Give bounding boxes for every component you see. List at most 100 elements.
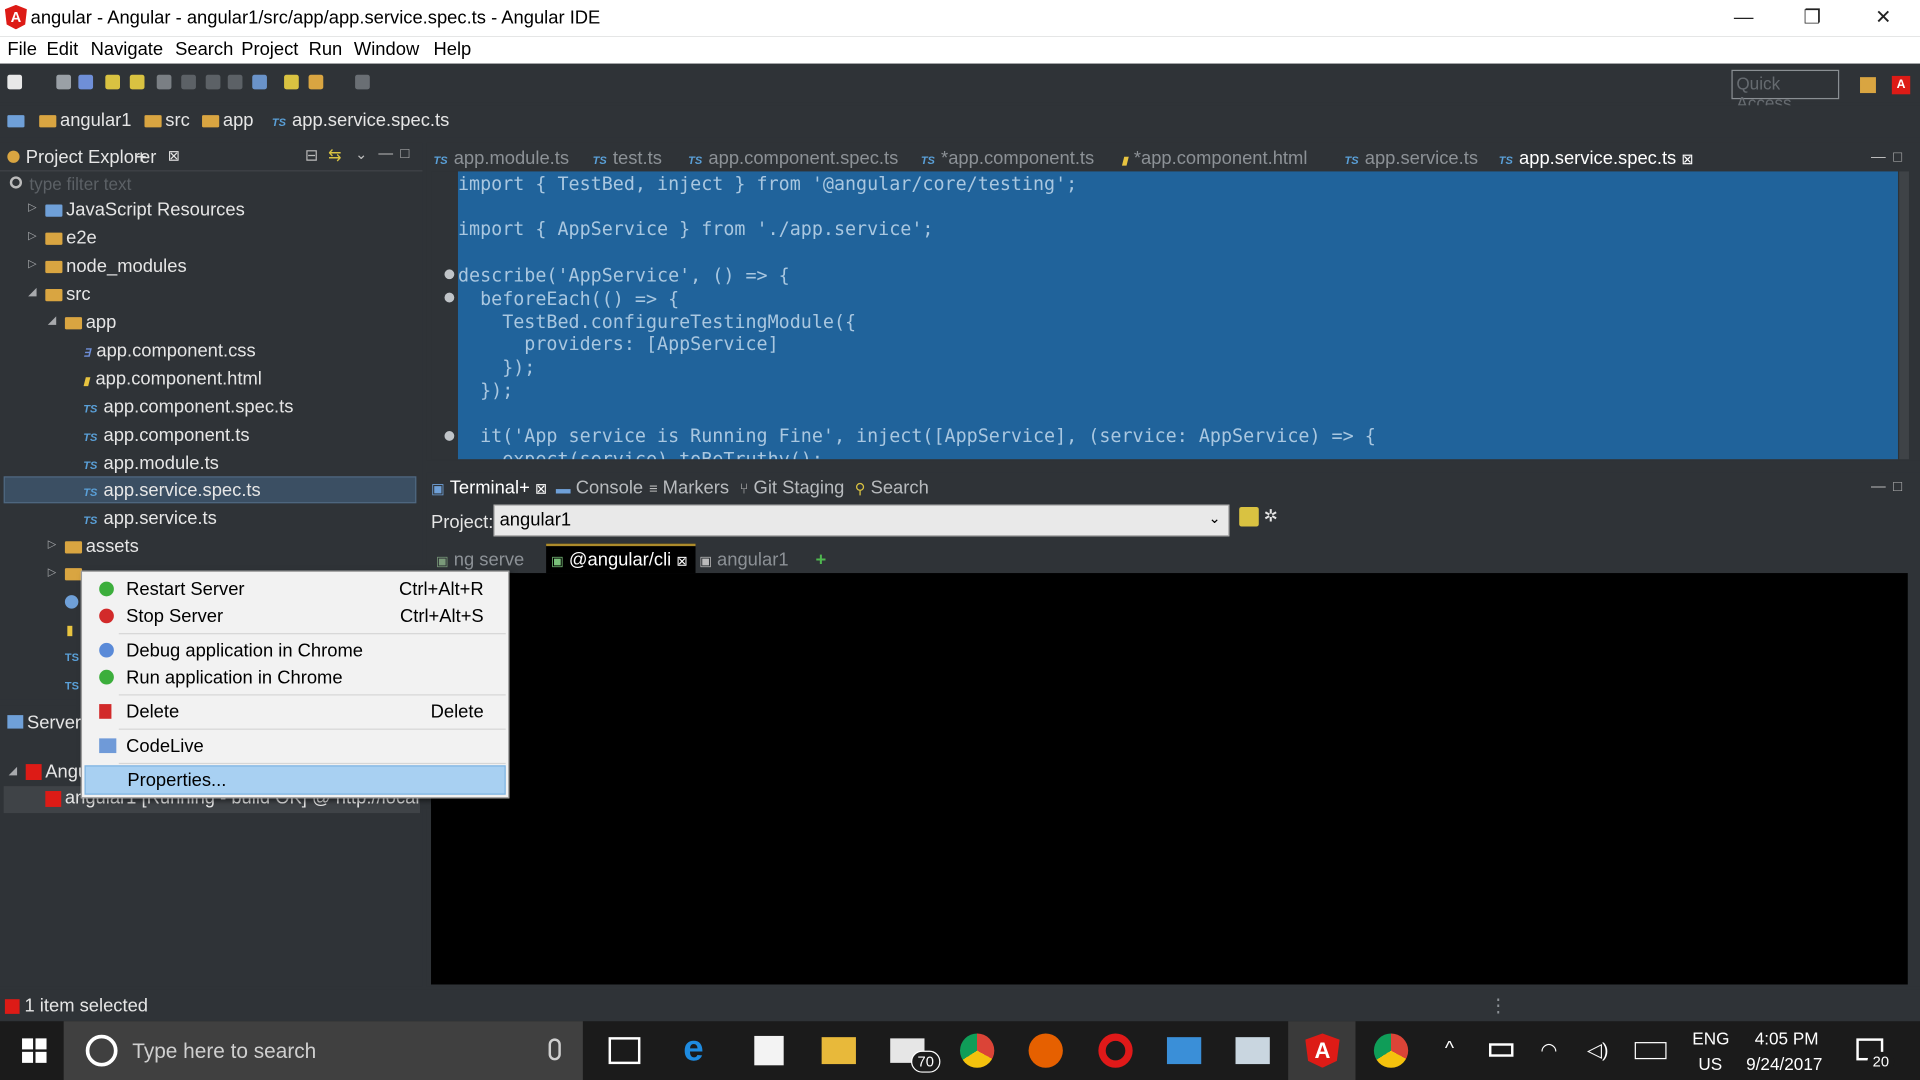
show-hidden-icons[interactable]: ^ <box>1445 1038 1454 1060</box>
collapse-all-icon[interactable]: ⊟ <box>305 146 318 166</box>
session-ng-serve[interactable]: ▣ ng serve <box>436 550 524 571</box>
minimize-view-icon[interactable]: — <box>378 144 393 161</box>
tab-app-component-spec-ts[interactable]: TS app.component.spec.ts <box>688 148 898 169</box>
tab-git-staging[interactable]: ⑂ Git Staging <box>740 478 845 499</box>
breadcrumb-file[interactable]: TS app.service.spec.ts <box>272 110 449 131</box>
input-region[interactable]: US <box>1698 1054 1722 1074</box>
back-icon[interactable] <box>308 74 324 90</box>
block-icon[interactable] <box>205 74 221 90</box>
menu-item-run-chrome[interactable]: Run application in Chrome <box>82 664 508 691</box>
volume-icon[interactable]: ◁) <box>1587 1038 1609 1062</box>
tab-app-component-html[interactable]: ▮ *app.component.html <box>1122 148 1308 169</box>
clock-time[interactable]: 4:05 PM <box>1755 1029 1819 1049</box>
tab-test-ts[interactable]: TS test.ts <box>593 148 662 169</box>
taskbar-search[interactable]: Type here to search <box>63 1021 583 1080</box>
open-resource-icon[interactable] <box>129 74 145 90</box>
menu-project[interactable]: Project <box>241 39 298 60</box>
tree-item-e2e[interactable]: e2e <box>45 225 97 252</box>
input-language[interactable]: ENG <box>1692 1029 1729 1049</box>
menu-help[interactable]: Help <box>433 39 471 60</box>
project-select[interactable]: angular1 ⌄ <box>493 504 1230 537</box>
tree-item-app-component-ts[interactable]: TS app.component.ts <box>83 422 249 449</box>
breadcrumb-angular1[interactable]: angular1 <box>39 110 131 131</box>
pilcrow-icon[interactable] <box>227 74 243 90</box>
breadcrumb-app[interactable]: app <box>202 110 254 131</box>
store-icon[interactable] <box>754 1035 784 1066</box>
fold-marker-icon[interactable] <box>444 431 455 441</box>
restore-button[interactable]: ❐ <box>1788 5 1837 32</box>
menu-item-delete[interactable]: Delete Delete <box>82 698 508 725</box>
app-icon[interactable] <box>1166 1037 1202 1065</box>
sync-icon[interactable] <box>1239 506 1259 527</box>
wifi-icon[interactable]: ◠ <box>1540 1038 1557 1062</box>
tab-console[interactable]: ▬ Console <box>556 478 643 499</box>
tree-item-app-service-spec-ts[interactable]: TS app.service.spec.ts <box>83 478 260 505</box>
edge-browser-icon[interactable]: e <box>683 1030 717 1067</box>
view-menu-icon[interactable]: ⌄ <box>355 146 367 163</box>
menu-item-debug-chrome[interactable]: Debug application in Chrome <box>82 637 508 664</box>
tab-app-component-ts[interactable]: TS *app.component.ts <box>921 148 1094 169</box>
breadcrumb-src[interactable]: src <box>144 110 190 131</box>
firefox-icon[interactable] <box>1028 1033 1063 1068</box>
forward-icon[interactable] <box>355 74 370 90</box>
task-view-icon[interactable] <box>608 1037 641 1065</box>
tab-app-service-ts[interactable]: TS app.service.ts <box>1345 148 1479 169</box>
quick-access-input[interactable]: Quick Access <box>1731 69 1840 113</box>
editor-scrollbar[interactable] <box>1899 171 1909 460</box>
clock-date[interactable]: 9/24/2017 <box>1746 1054 1822 1074</box>
menu-item-properties[interactable]: Properties... <box>84 765 506 795</box>
tab-search[interactable]: ⚲ Search <box>855 478 929 499</box>
perspective-icon[interactable] <box>1860 77 1876 94</box>
save-icon[interactable] <box>56 74 72 90</box>
menu-search[interactable]: Search <box>175 39 233 60</box>
tree-item-app-component-spec-ts[interactable]: TS app.component.spec.ts <box>83 394 293 421</box>
battery-icon[interactable] <box>1488 1043 1514 1057</box>
save-all-icon[interactable] <box>78 74 94 90</box>
tree-item-node-modules[interactable]: node_modules <box>45 253 187 280</box>
tab-terminal[interactable]: ▣ Terminal+ ⊠ <box>431 478 547 499</box>
tab-markers[interactable]: ≡ Markers <box>649 478 729 499</box>
tree-item-javascript-resources[interactable]: JavaScript Resources <box>45 197 245 224</box>
close-button[interactable]: ✕ <box>1859 5 1908 32</box>
format-icon[interactable] <box>181 74 196 90</box>
maximize-view-icon[interactable]: □ <box>400 144 409 161</box>
menu-window[interactable]: Window <box>354 39 419 60</box>
filter-input[interactable]: type filter text <box>29 174 131 194</box>
file-explorer-icon[interactable] <box>821 1037 856 1065</box>
new-icon[interactable] <box>7 74 23 90</box>
menu-item-restart-server[interactable]: Restart Server Ctrl+Alt+R <box>82 576 508 603</box>
edit-icon[interactable] <box>156 74 172 90</box>
tab-app-service-spec-ts[interactable]: TS app.service.spec.ts ⊠ <box>1499 148 1694 169</box>
menu-item-codelive[interactable]: CodeLive <box>82 732 508 759</box>
tree-item-assets[interactable]: assets <box>64 534 139 561</box>
tab-app-module-ts[interactable]: TS app.module.ts <box>433 148 569 169</box>
angular-perspective-icon[interactable]: A <box>1891 75 1911 95</box>
mark-icon[interactable] <box>252 74 267 90</box>
settings-gear-icon[interactable]: ✲ <box>1264 506 1278 527</box>
opera-icon[interactable] <box>1098 1033 1133 1068</box>
last-edit-icon[interactable] <box>284 74 299 90</box>
tree-item-app[interactable]: app <box>64 310 116 337</box>
session-angular1[interactable]: ▣ angular1 <box>699 550 788 571</box>
code-editor[interactable]: import { TestBed, inject } from '@angula… <box>457 171 1898 460</box>
open-type-icon[interactable] <box>105 74 121 90</box>
editor-minimize-icon[interactable]: — <box>1871 148 1886 165</box>
windows-start-icon[interactable] <box>22 1038 47 1063</box>
fold-marker-icon[interactable] <box>444 269 455 280</box>
menu-navigate[interactable]: Navigate <box>91 39 163 60</box>
microphone-icon[interactable] <box>548 1038 561 1061</box>
tree-item-app-component-css[interactable]: ∃ app.component.css <box>83 338 255 365</box>
add-session-button[interactable]: + <box>816 550 827 571</box>
fold-marker-icon[interactable] <box>444 292 455 303</box>
editor-maximize-icon[interactable]: □ <box>1893 148 1902 165</box>
panel-minimize-icon[interactable]: — <box>1871 478 1886 495</box>
tree-item-src[interactable]: src <box>45 282 91 309</box>
tree-item-app-service-ts[interactable]: TS app.service.ts <box>83 506 217 533</box>
app-icon[interactable] <box>1235 1037 1270 1065</box>
tree-item-app-module-ts[interactable]: TS app.module.ts <box>83 451 219 478</box>
chrome-icon[interactable] <box>1373 1033 1409 1068</box>
keyboard-icon[interactable] <box>1634 1042 1667 1060</box>
menu-item-stop-server[interactable]: Stop Server Ctrl+Alt+S <box>82 602 508 629</box>
menu-file[interactable]: File <box>7 39 37 60</box>
chrome-icon[interactable] <box>960 1033 995 1068</box>
